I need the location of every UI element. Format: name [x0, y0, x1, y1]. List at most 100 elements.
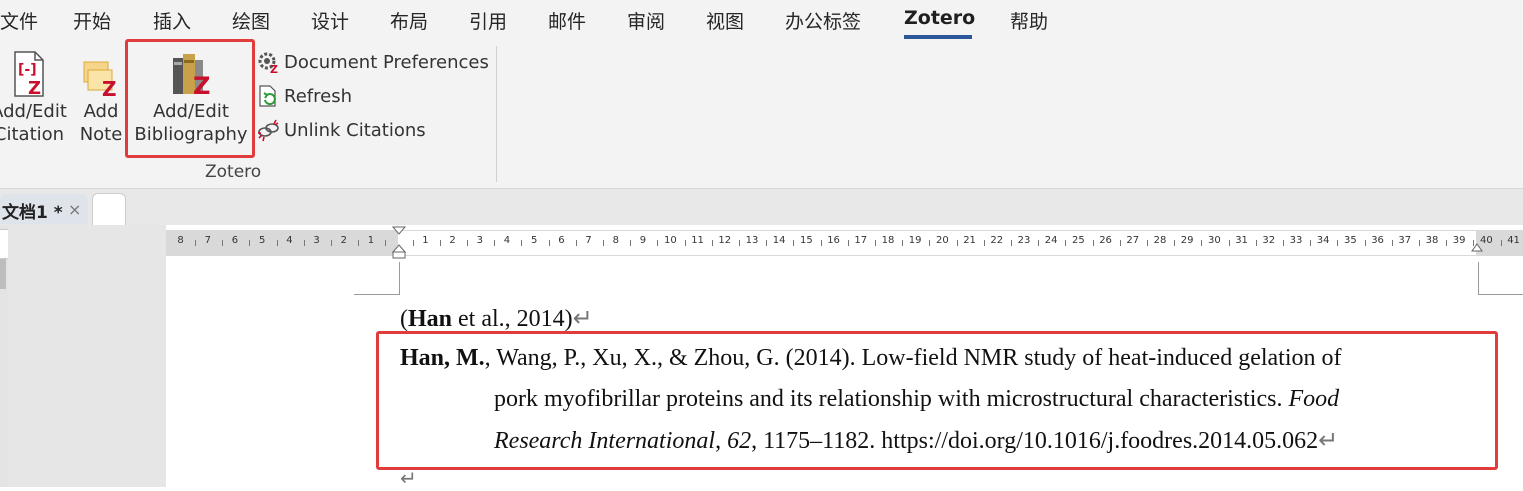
- document-preferences-button[interactable]: Z Document Preferences: [256, 48, 489, 76]
- unlink-icon: [258, 119, 279, 142]
- ruler-number: 25: [1072, 235, 1085, 246]
- ruler-number: 4: [286, 235, 293, 246]
- ruler-tick: [467, 240, 468, 246]
- add-note-line1: Add: [83, 101, 119, 122]
- ruler-number: 21: [963, 235, 976, 246]
- ruler-number: 30: [1208, 235, 1221, 246]
- left-pane: [0, 225, 9, 487]
- tab-office-tabs[interactable]: 办公标签: [785, 7, 861, 34]
- add-note-button[interactable]: Z Add Note: [78, 58, 124, 146]
- ruler-number: 16: [827, 235, 840, 246]
- tab-home[interactable]: 开始: [73, 7, 111, 34]
- ruler-tick: [1310, 240, 1312, 246]
- ruler-tick: [1255, 240, 1257, 246]
- horizontal-ruler[interactable]: 8 7 6 5 4 3 2 1 1 2 3 4 5 6 7 8 9 10 11 12 13 14 15 16 17 18 19 20 2…: [166, 226, 1523, 259]
- refresh-button[interactable]: Refresh: [256, 82, 352, 110]
- svg-text:Z: Z: [102, 77, 117, 98]
- unlink-citations-button[interactable]: Unlink Citations: [256, 116, 426, 144]
- svg-text:Z: Z: [270, 63, 278, 74]
- in-text-citation[interactable]: (Han et al., 2014)↵: [400, 304, 593, 333]
- add-edit-citation-line2: Citation: [0, 124, 65, 145]
- ruler-number: 36: [1371, 235, 1384, 246]
- ruler-number: 12: [718, 235, 732, 246]
- ruler-number: 2: [449, 235, 456, 246]
- ruler-number: 35: [1344, 235, 1357, 246]
- ruler-tick: [1500, 240, 1502, 246]
- ruler-number: 8: [177, 235, 184, 246]
- ruler-tick: [1364, 240, 1366, 246]
- tab-file[interactable]: 文件: [0, 7, 38, 34]
- ruler-tick: [276, 240, 278, 246]
- svg-text:[-]: [-]: [18, 62, 37, 78]
- citation-open-paren: (: [400, 306, 408, 332]
- ruler-number: 13: [745, 235, 759, 246]
- tab-draw[interactable]: 绘图: [232, 7, 270, 34]
- ruler-number: 7: [204, 235, 211, 246]
- ruler-tick: [793, 240, 795, 246]
- add-edit-citation-button[interactable]: [-] Z Add/Edit Citation: [0, 50, 72, 146]
- ruler-tick: [521, 240, 523, 246]
- ruler-number: 1: [422, 235, 429, 246]
- empty-paragraph-mark: ↵: [400, 468, 417, 490]
- bibliography-entry-highlight-box: [376, 331, 1498, 470]
- add-note-line2: Note: [79, 124, 123, 145]
- tab-help[interactable]: 帮助: [1010, 7, 1048, 34]
- ruler-tick: [494, 240, 496, 246]
- right-indent-marker-icon[interactable]: [1471, 243, 1483, 255]
- tab-references[interactable]: 引用: [469, 7, 507, 34]
- citation-author: Han: [408, 306, 453, 332]
- ruler-tick: [847, 240, 849, 246]
- ruler-tick: [875, 240, 876, 246]
- ruler-number: 31: [1235, 235, 1248, 246]
- ruler-tick: [1038, 240, 1040, 246]
- ruler-number: 24: [1044, 235, 1058, 246]
- tab-zotero[interactable]: Zotero: [904, 7, 975, 29]
- active-tab-indicator: [904, 35, 972, 39]
- document-tab[interactable]: 文档1 * ×: [0, 194, 88, 224]
- indent-marker-icon[interactable]: [392, 226, 406, 260]
- ruler-tick: [358, 240, 360, 246]
- zotero-group-label: Zotero: [205, 162, 262, 182]
- tab-view[interactable]: 视图: [706, 7, 744, 34]
- workspace-margin: [8, 225, 166, 487]
- ruler-number: 14: [772, 235, 786, 246]
- ruler-number: 37: [1398, 235, 1412, 246]
- ruler-left-margin: [166, 231, 398, 255]
- ruler-tick: [439, 240, 441, 246]
- ruler-tick: [983, 240, 985, 246]
- tab-review[interactable]: 审阅: [627, 7, 665, 34]
- ruler-tick: [548, 240, 550, 246]
- ruler-number: 38: [1425, 235, 1439, 246]
- ruler-number: 15: [800, 235, 813, 246]
- ruler-tick: [684, 240, 686, 246]
- ruler-number: 11: [691, 235, 704, 246]
- ruler-number: 5: [531, 235, 538, 246]
- refresh-icon: [259, 85, 276, 107]
- ruler-tick: [1119, 240, 1121, 246]
- note-icon: Z: [83, 61, 117, 98]
- close-tab-icon[interactable]: ×: [68, 200, 81, 219]
- new-tab-button[interactable]: [92, 193, 126, 225]
- crop-mark-right-h: [1478, 294, 1523, 295]
- refresh-label: Refresh: [284, 85, 352, 107]
- ruler-tick: [1228, 240, 1230, 246]
- ruler-tick: [711, 240, 713, 246]
- ruler-number: 29: [1180, 235, 1194, 246]
- ruler-tick: [575, 240, 577, 246]
- ruler-tick: [603, 240, 604, 246]
- ruler-tick: [1283, 240, 1284, 246]
- ruler-number: 26: [1099, 235, 1112, 246]
- tab-layout[interactable]: 布局: [390, 7, 428, 34]
- tab-insert[interactable]: 插入: [153, 7, 191, 34]
- ruler-number: 4: [503, 235, 511, 246]
- unlink-citations-label: Unlink Citations: [284, 119, 426, 141]
- ruler-tick: [766, 240, 768, 246]
- ruler-number: 2: [340, 235, 347, 246]
- ruler-tick: [1065, 240, 1067, 246]
- document-tab-title: 文档1 *: [2, 203, 63, 223]
- tab-mailings[interactable]: 邮件: [548, 7, 586, 34]
- tab-design[interactable]: 设计: [311, 7, 349, 34]
- ruler-tick: [1446, 240, 1448, 246]
- ruler-number: 8: [612, 235, 619, 246]
- ruler-tick: [1337, 240, 1339, 246]
